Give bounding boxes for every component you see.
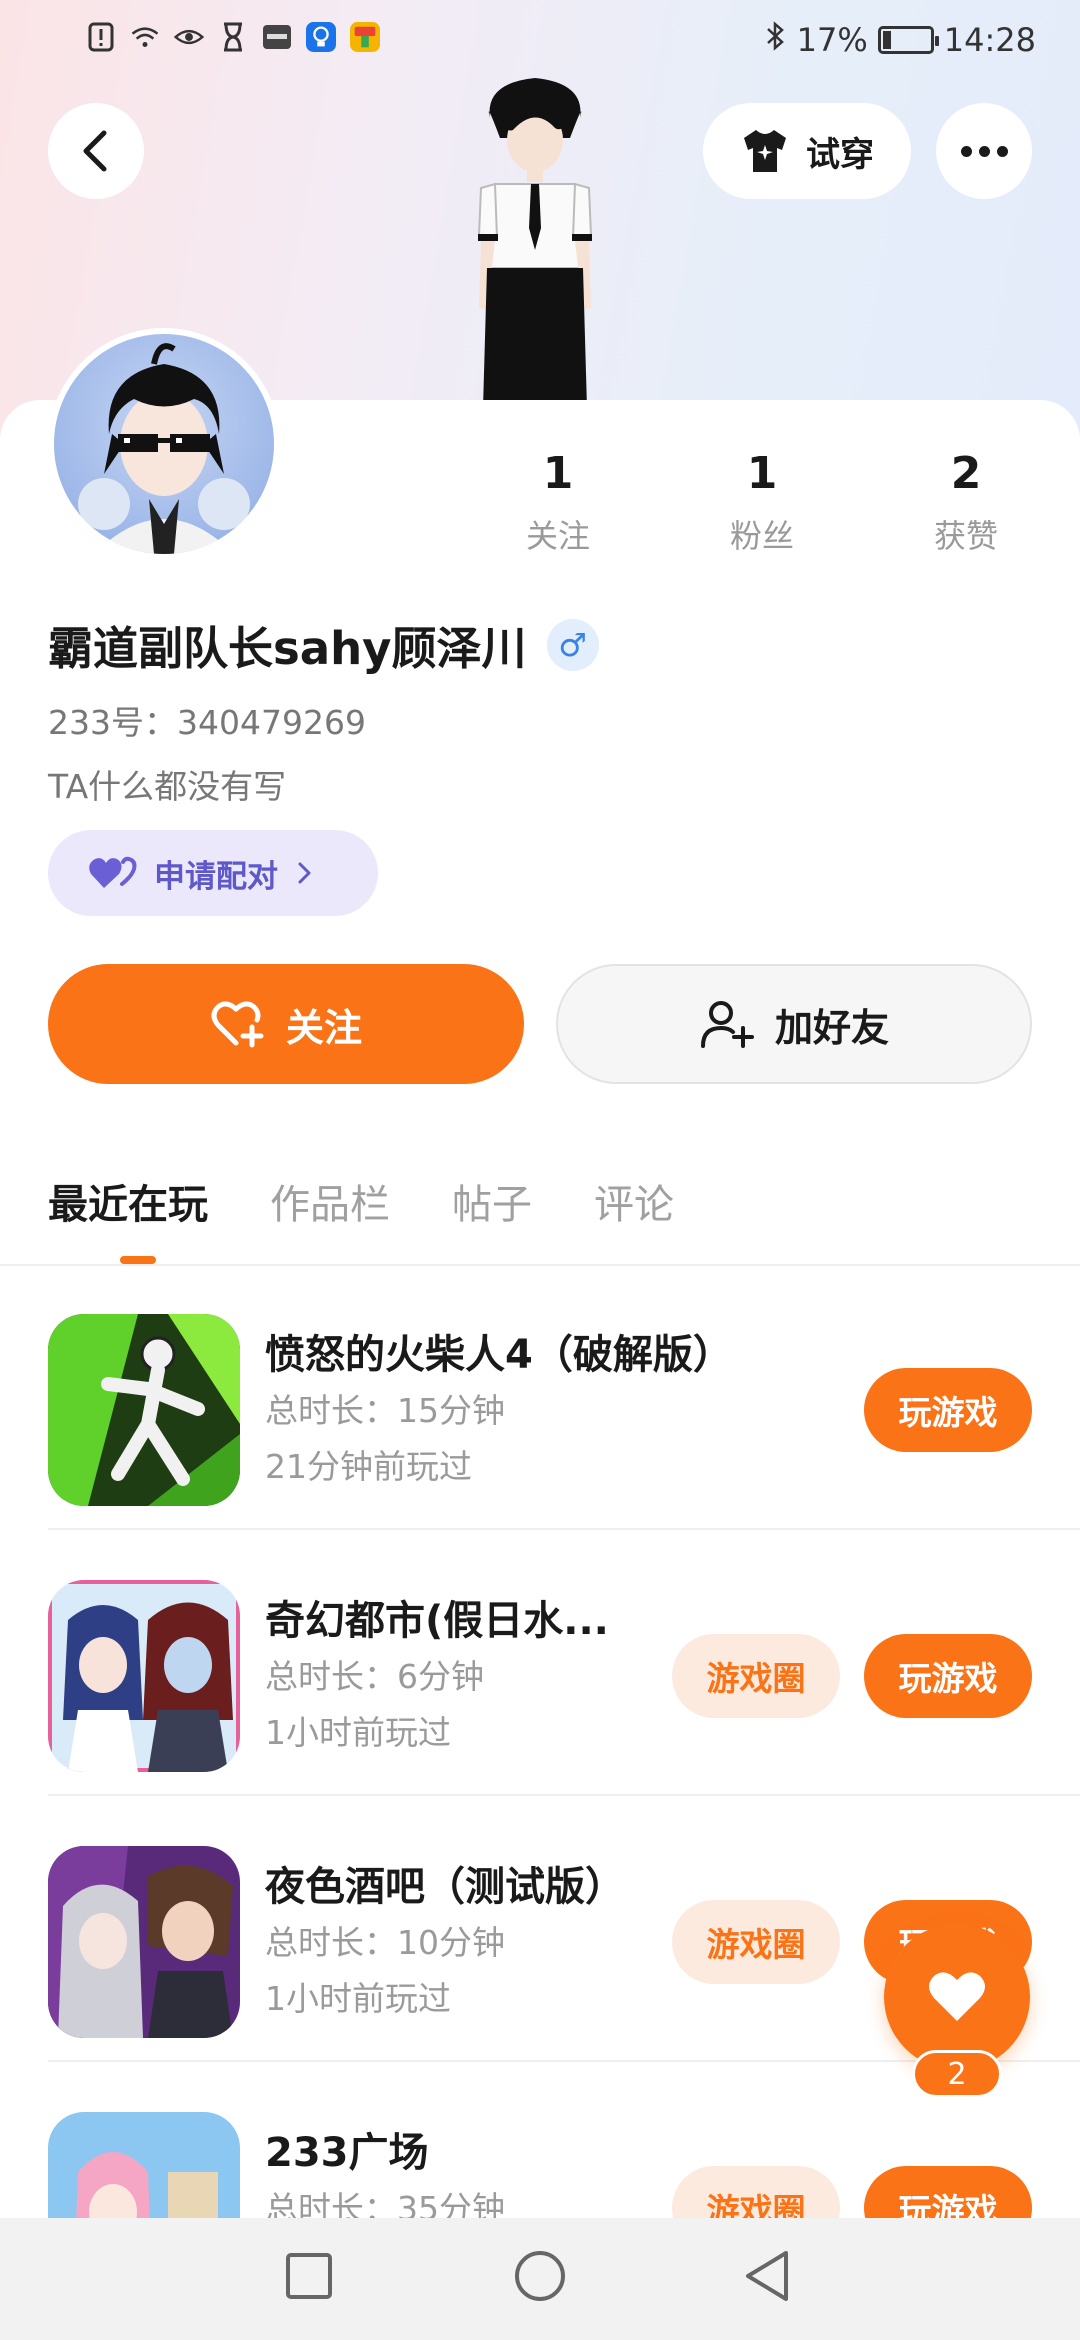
battery-icon <box>877 26 939 54</box>
avatar-image <box>78 343 250 554</box>
more-dot-icon <box>960 145 972 157</box>
request-pair-button[interactable]: 申请配对 <box>48 830 378 916</box>
game-last-played: 1小时前玩过 <box>265 1713 451 1752</box>
recent-apps-icon[interactable] <box>284 2248 334 2304</box>
lightbulb-icon <box>306 22 336 52</box>
play-game-button[interactable]: 玩游戏 <box>864 1368 1032 1452</box>
game-duration: 总时长：10分钟 <box>265 1923 505 1962</box>
stat-likes-label: 获赞 <box>933 517 998 555</box>
stat-followers-count: 1 <box>746 448 778 499</box>
status-icons-right: 17% 14:28 <box>765 20 1036 60</box>
heart-plus-icon <box>211 1001 264 1048</box>
game-circle-button[interactable]: 游戏圈 <box>672 1900 840 1984</box>
list-item[interactable]: 奇幻都市(假日水... 总时长：6分钟 1小时前玩过 游戏圈 玩游戏 <box>0 1530 1080 1796</box>
back-nav-icon[interactable] <box>742 2248 794 2304</box>
stat-followers-label: 粉丝 <box>729 517 794 555</box>
avatar[interactable] <box>48 328 280 560</box>
game-duration: 总时长：6分钟 <box>265 1657 484 1696</box>
battery-percent: 17% <box>796 21 868 59</box>
bio: TA什么都没有写 <box>48 767 287 806</box>
game-thumbnail-night-bar <box>48 1846 240 2038</box>
alert-icon <box>86 22 116 52</box>
tab-active-indicator <box>120 1256 156 1264</box>
huawei-icon <box>262 22 292 52</box>
add-friend-button[interactable]: 加好友 <box>556 964 1032 1084</box>
add-friend-label: 加好友 <box>774 1005 889 1050</box>
character-3d-avatar <box>477 78 593 408</box>
eye-icon <box>174 22 204 52</box>
add-user-icon <box>700 1001 754 1048</box>
stat-following[interactable]: 1 关注 <box>478 448 638 557</box>
bluetooth-icon <box>765 20 787 60</box>
app-icon <box>350 22 380 52</box>
game-title: 奇幻都市(假日水... <box>265 1598 609 1644</box>
tab-comments[interactable]: 评论 <box>594 1172 674 1230</box>
list-item[interactable]: 愤怒的火柴人4（破解版） 总时长：15分钟 21分钟前玩过 玩游戏 <box>0 1264 1080 1530</box>
profile-tabs: 最近在玩 作品栏 帖子 评论 <box>48 1172 674 1230</box>
hearts-icon <box>89 856 137 888</box>
game-circle-button[interactable]: 游戏圈 <box>672 1634 840 1718</box>
clock: 14:28 <box>943 21 1036 59</box>
play-game-button[interactable]: 玩游戏 <box>864 1634 1032 1718</box>
follow-label: 关注 <box>285 1005 362 1050</box>
game-thumbnail-fantasy-city <box>48 1580 240 1772</box>
user-id: 233号：340479269 <box>48 703 366 742</box>
chevron-right-icon <box>298 862 311 884</box>
game-thumbnail-stickman <box>48 1314 240 1506</box>
game-title: 夜色酒吧（测试版） <box>265 1864 625 1910</box>
like-fab-button[interactable] <box>884 1924 1030 2070</box>
tab-recently-played[interactable]: 最近在玩 <box>48 1172 208 1230</box>
stat-likes-count: 2 <box>950 448 982 499</box>
username: 霸道副队长sahy顾泽川 <box>48 622 527 675</box>
try-on-label: 试穿 <box>806 134 874 175</box>
gender-male-icon: ♂ <box>546 618 599 671</box>
tab-works[interactable]: 作品栏 <box>270 1172 390 1230</box>
status-bar: 17% 14:28 <box>0 0 1080 86</box>
stat-following-count: 1 <box>542 448 574 499</box>
tab-posts[interactable]: 帖子 <box>452 1172 532 1230</box>
stat-following-label: 关注 <box>525 517 590 555</box>
heart-icon <box>929 1972 985 2021</box>
back-button[interactable] <box>48 103 144 199</box>
like-count-badge: 2 <box>912 2050 1002 2098</box>
more-dot-icon <box>996 145 1008 157</box>
game-title: 233广场 <box>265 2130 429 2176</box>
status-icons-left <box>86 22 380 52</box>
stat-likes[interactable]: 2 获赞 <box>886 448 1046 557</box>
game-last-played: 21分钟前玩过 <box>265 1447 472 1486</box>
more-dot-icon <box>978 145 990 157</box>
stat-followers[interactable]: 1 粉丝 <box>682 448 842 557</box>
game-title: 愤怒的火柴人4（破解版） <box>265 1332 733 1378</box>
battery-level <box>882 31 891 49</box>
hourglass-icon <box>218 22 248 52</box>
home-icon[interactable] <box>512 2248 568 2304</box>
system-navigation-bar <box>0 2218 1080 2340</box>
tshirt-icon <box>744 130 786 172</box>
wifi-icon <box>130 22 160 52</box>
game-duration: 总时长：15分钟 <box>265 1391 505 1430</box>
username-row: 霸道副队长sahy顾泽川 ♂ <box>48 612 599 677</box>
request-pair-label: 申请配对 <box>154 858 278 895</box>
follow-button[interactable]: 关注 <box>48 964 524 1084</box>
more-options-button[interactable] <box>936 103 1032 199</box>
try-on-button[interactable]: 试穿 <box>703 103 911 199</box>
chevron-left-icon <box>83 130 107 172</box>
game-last-played: 1小时前玩过 <box>265 1979 451 2018</box>
